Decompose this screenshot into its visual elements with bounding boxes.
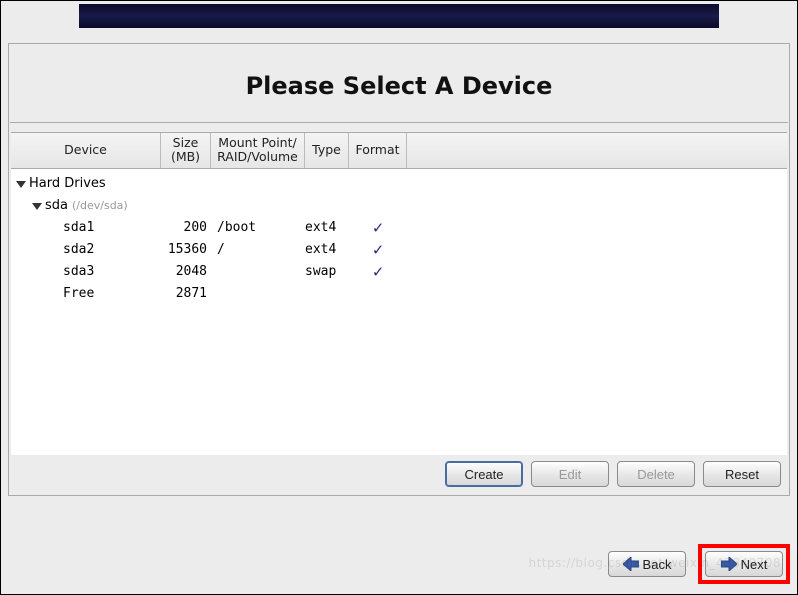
col-mount-label: Mount Point/ RAID/Volume: [217, 136, 298, 165]
installer-window: Please Select A Device Device Size (MB) …: [0, 0, 798, 595]
arrow-left-icon: [623, 557, 639, 571]
edit-button: Edit: [531, 461, 609, 487]
chevron-down-icon[interactable]: [15, 178, 27, 190]
device-panel: Please Select A Device Device Size (MB) …: [8, 43, 790, 496]
col-mount[interactable]: Mount Point/ RAID/Volume: [211, 133, 305, 168]
part-name: Free: [63, 286, 94, 301]
check-icon: ✓: [349, 240, 407, 260]
part-size: 15360: [161, 242, 211, 257]
col-size-label: Size (MB): [171, 136, 200, 165]
check-icon: ✓: [349, 218, 407, 238]
partition-grid: Device Size (MB) Mount Point/ RAID/Volum…: [11, 132, 787, 455]
part-name: sda3: [63, 264, 94, 279]
next-label: Next: [741, 557, 768, 572]
edit-label: Edit: [559, 467, 581, 482]
col-type-label: Type: [312, 143, 341, 157]
back-button[interactable]: Back: [608, 551, 686, 577]
col-size[interactable]: Size (MB): [161, 133, 211, 168]
part-mount: /boot: [211, 220, 305, 235]
partition-row[interactable]: sda2 15360 / ext4 ✓: [15, 239, 783, 261]
grid-body: Hard Drives sda (/dev/sda) sda1 200: [11, 169, 787, 309]
page-title: Please Select A Device: [10, 44, 788, 123]
partition-row[interactable]: Free 2871: [15, 283, 783, 305]
delete-button: Delete: [617, 461, 695, 487]
tree-root-row[interactable]: Hard Drives: [15, 173, 783, 195]
next-button[interactable]: Next: [705, 551, 783, 577]
reset-button[interactable]: Reset: [703, 461, 781, 487]
col-device-label: Device: [64, 143, 107, 157]
part-size: 200: [161, 220, 211, 235]
nav-buttons: Back Next: [608, 544, 790, 584]
part-type: ext4: [305, 242, 349, 257]
chevron-down-icon[interactable]: [31, 200, 43, 212]
part-name: sda2: [63, 242, 94, 257]
tree-root-label: Hard Drives: [29, 176, 106, 191]
partition-row[interactable]: sda1 200 /boot ext4 ✓: [15, 217, 783, 239]
grid-header: Device Size (MB) Mount Point/ RAID/Volum…: [11, 133, 787, 169]
col-format[interactable]: Format: [349, 133, 407, 168]
col-device[interactable]: Device: [11, 133, 161, 168]
arrow-right-icon: [721, 557, 737, 571]
check-icon: ✓: [349, 262, 407, 282]
tree-disk-row[interactable]: sda (/dev/sda): [15, 195, 783, 217]
partition-row[interactable]: sda3 2048 swap ✓: [15, 261, 783, 283]
next-highlight: Next: [698, 544, 790, 584]
part-type: ext4: [305, 220, 349, 235]
col-format-label: Format: [355, 143, 399, 157]
back-label: Back: [643, 557, 672, 572]
part-type: swap: [305, 264, 349, 279]
create-button[interactable]: Create: [445, 461, 523, 487]
disk-path: (/dev/sda): [72, 199, 128, 212]
col-spacer: [407, 133, 787, 168]
part-size: 2048: [161, 264, 211, 279]
create-label: Create: [464, 467, 503, 482]
top-banner: [79, 4, 719, 28]
col-type[interactable]: Type: [305, 133, 349, 168]
disk-name: sda: [45, 198, 68, 213]
delete-label: Delete: [637, 467, 675, 482]
part-size: 2871: [161, 286, 211, 301]
part-name: sda1: [63, 220, 94, 235]
reset-label: Reset: [725, 467, 759, 482]
part-mount: /: [211, 242, 305, 257]
partition-buttons: Create Edit Delete Reset: [11, 459, 787, 491]
